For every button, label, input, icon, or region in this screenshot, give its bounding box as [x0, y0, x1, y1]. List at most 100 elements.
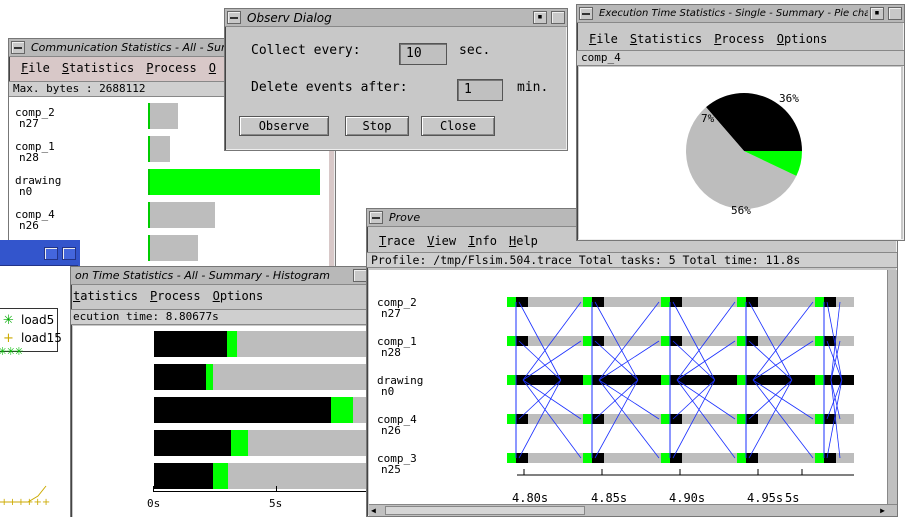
horizontal-scrollbar[interactable]: ◀ ▶ — [369, 504, 897, 516]
trace-busy-segment — [516, 375, 528, 385]
trace-busy-segment — [592, 414, 604, 424]
load-plot: ++++++ — [0, 485, 50, 508]
menu-process[interactable]: Process — [146, 61, 197, 75]
menu-options[interactable]: Options — [777, 32, 828, 46]
trace-busy-segment — [824, 375, 836, 385]
trace-busy-segment — [592, 297, 604, 307]
pie-area: 36% 56% 7% — [579, 67, 901, 239]
scroll-left-icon[interactable]: ◀ — [371, 507, 376, 515]
delete-unit: min. — [517, 80, 549, 95]
observ-dialog: Observ Dialog ▪ Collect every: 10 sec. D… — [224, 8, 568, 151]
comm-bar — [148, 169, 320, 195]
message-arrow — [752, 340, 814, 381]
message-arrow — [676, 340, 736, 381]
trace-comm-segment — [583, 453, 592, 463]
load-titlebar[interactable] — [0, 242, 78, 266]
window-button-icon[interactable] — [353, 269, 367, 282]
menu-process[interactable]: Process — [714, 32, 765, 46]
menu-trace[interactable]: Trace — [379, 234, 415, 248]
hist-bar-comm — [213, 463, 228, 489]
trace-busy-segment — [670, 336, 682, 346]
trace-comm-segment — [583, 336, 592, 346]
trace-busy-segment — [746, 336, 758, 346]
hist-bar-comm — [331, 397, 353, 423]
comm-bar — [148, 235, 198, 261]
trace-comm-segment — [507, 375, 516, 385]
trace-comm-segment — [737, 375, 746, 385]
trace-busy-segment — [670, 453, 682, 463]
row-node: n26 — [19, 219, 39, 232]
collect-label: Collect every: — [251, 43, 361, 58]
trace-comm-segment — [815, 453, 824, 463]
window-menu-icon[interactable] — [11, 41, 25, 54]
close-button[interactable]: Close — [421, 116, 495, 136]
minimize-icon[interactable]: ▪ — [870, 7, 884, 20]
trace-busy-segment — [670, 297, 682, 307]
menu-file[interactable]: File — [589, 32, 618, 46]
hist-bar-busy — [154, 364, 206, 390]
menu-info[interactable]: Info — [468, 234, 497, 248]
pie-label: 7% — [701, 112, 715, 125]
pie-label: 56% — [731, 204, 751, 217]
message-arrow — [598, 340, 660, 381]
trace-comm-segment — [507, 453, 516, 463]
trace-comm-segment — [507, 297, 516, 307]
comm-bar — [148, 103, 178, 129]
collect-unit: sec. — [459, 43, 491, 58]
menu-process[interactable]: Process — [150, 289, 201, 303]
collect-input[interactable]: 10 — [399, 43, 447, 65]
window-menu-icon[interactable] — [579, 7, 593, 20]
scroll-right-icon[interactable]: ▶ — [880, 507, 885, 515]
maximize-icon[interactable] — [888, 7, 902, 20]
trace-comm-segment — [737, 414, 746, 424]
trace-comm-segment — [583, 375, 592, 385]
stop-button[interactable]: Stop — [345, 116, 409, 136]
message-arrow — [518, 340, 562, 381]
tick-label: 5s — [269, 497, 283, 510]
load-markers: ✳✳✳ — [0, 345, 24, 358]
pie-label: 36% — [779, 92, 799, 105]
message-arrow — [598, 379, 660, 420]
message-arrow — [672, 379, 716, 420]
trace-comm-segment — [737, 336, 746, 346]
menu-statistics[interactable]: tatistics — [73, 289, 138, 303]
trace-busy-segment — [592, 453, 604, 463]
menu-options[interactable]: Options — [213, 289, 264, 303]
trace-comm-segment — [737, 297, 746, 307]
menu-statistics[interactable]: Statistics — [630, 32, 702, 46]
message-arrow — [672, 340, 716, 381]
menu-options[interactable]: O — [209, 61, 216, 75]
menu-file[interactable]: File — [21, 61, 50, 75]
scroll-thumb[interactable] — [385, 506, 585, 515]
trace-comm-segment — [815, 336, 824, 346]
maximize-icon[interactable] — [551, 11, 565, 24]
message-arrow — [752, 379, 814, 420]
vertical-scrollbar[interactable] — [887, 270, 897, 504]
histogram-titlebar[interactable]: on Time Statistics - All - Summary - His… — [71, 267, 369, 285]
maximize-icon[interactable] — [62, 247, 76, 260]
delete-label: Delete events after: — [251, 80, 408, 95]
delete-input[interactable]: 1 — [457, 79, 503, 101]
process-line: comp_4 — [577, 50, 904, 66]
minimize-icon[interactable] — [44, 247, 58, 260]
x-tick — [153, 486, 154, 492]
trace-busy-segment — [592, 336, 604, 346]
window-menu-icon[interactable] — [369, 211, 383, 224]
star-icon: ✳ — [3, 313, 14, 328]
trace-busy-segment — [670, 375, 682, 385]
minimize-icon[interactable]: ▪ — [533, 11, 547, 24]
trace-comm-segment — [507, 336, 516, 346]
piechart-titlebar[interactable]: Execution Time Statistics - Single - Sum… — [577, 5, 904, 23]
menu-statistics[interactable]: Statistics — [62, 61, 134, 75]
message-arrow — [676, 379, 736, 420]
observe-button[interactable]: Observe — [239, 116, 329, 136]
trace-plot — [507, 297, 854, 476]
comm-bar — [148, 136, 170, 162]
prove-window: Prove Trace View Info Help Profile: /tmp… — [366, 208, 898, 517]
menu-help[interactable]: Help — [509, 234, 538, 248]
menu-view[interactable]: View — [427, 234, 456, 248]
trace-comm-segment — [737, 453, 746, 463]
window-menu-icon[interactable] — [227, 11, 241, 24]
message-arrow — [522, 340, 582, 381]
observ-titlebar[interactable]: Observ Dialog ▪ — [225, 9, 567, 27]
